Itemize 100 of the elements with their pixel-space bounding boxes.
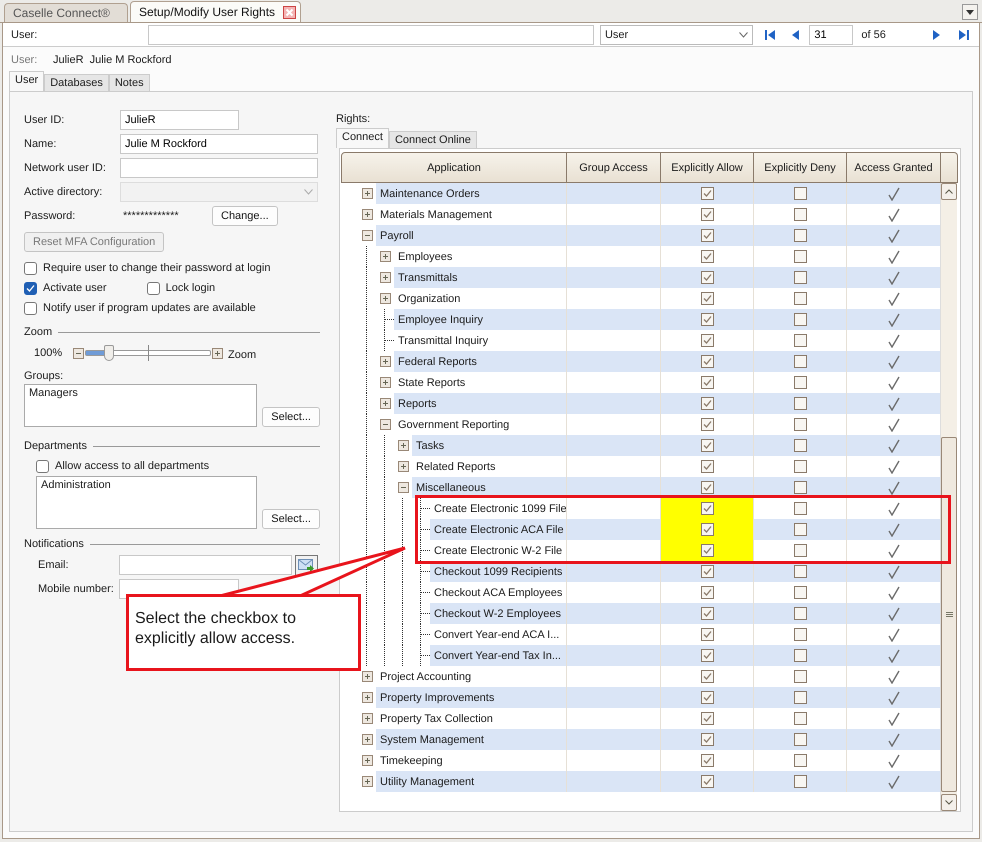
deny-checkbox[interactable] — [794, 460, 806, 473]
deny-checkbox[interactable] — [794, 313, 806, 326]
column-header[interactable]: Explicitly Allow — [661, 152, 754, 183]
allow-checkbox[interactable] — [700, 439, 714, 452]
collapse-icon[interactable] — [398, 482, 408, 493]
column-header[interactable]: Access Granted — [847, 152, 941, 183]
allow-checkbox[interactable] — [700, 313, 714, 326]
first-record-icon[interactable] — [763, 28, 778, 42]
expand-icon[interactable] — [362, 776, 372, 787]
allow-checkbox[interactable] — [700, 292, 714, 305]
checkbox[interactable] — [36, 460, 49, 472]
allow-checkbox[interactable] — [700, 229, 714, 242]
list-item[interactable]: Administration — [41, 479, 252, 491]
text-field[interactable]: Julie M Rockford — [120, 134, 318, 154]
deny-checkbox[interactable] — [794, 691, 806, 704]
allow-checkbox[interactable] — [700, 460, 714, 473]
allow-checkbox[interactable] — [700, 397, 714, 410]
expand-icon[interactable] — [362, 713, 372, 724]
deny-checkbox[interactable] — [794, 670, 806, 683]
expand-icon[interactable] — [362, 692, 372, 703]
expand-icon[interactable] — [362, 671, 372, 682]
allow-checkbox[interactable] — [700, 502, 714, 515]
allow-checkbox[interactable] — [700, 271, 714, 284]
document-tab[interactable]: Caselle Connect® — [4, 3, 128, 22]
allow-checkbox[interactable] — [700, 187, 714, 200]
select-button[interactable]: Select... — [262, 509, 320, 529]
expand-icon[interactable] — [380, 293, 390, 304]
deny-checkbox[interactable] — [794, 628, 806, 641]
deny-checkbox[interactable] — [794, 334, 806, 347]
deny-checkbox[interactable] — [794, 544, 806, 557]
deny-checkbox[interactable] — [794, 754, 806, 767]
user-field[interactable] — [148, 24, 594, 44]
checkbox[interactable] — [146, 282, 160, 294]
allow-checkbox[interactable] — [700, 418, 714, 431]
column-header[interactable]: Application — [341, 152, 567, 183]
groups-list[interactable]: Managers — [24, 384, 258, 427]
tab[interactable]: Connect Online — [388, 131, 477, 148]
allow-checkbox[interactable] — [700, 250, 714, 263]
record-field[interactable]: 31 — [809, 24, 854, 44]
email-field[interactable] — [119, 555, 292, 575]
deny-checkbox[interactable] — [794, 586, 806, 599]
checkbox[interactable] — [24, 282, 37, 294]
select-button[interactable]: Select... — [262, 407, 320, 427]
last-record-icon[interactable] — [957, 28, 972, 42]
column-header[interactable]: Explicitly Deny — [754, 152, 847, 183]
change-button[interactable]: Change... — [212, 206, 278, 226]
zoom-out-icon[interactable] — [73, 348, 84, 358]
collapse-icon[interactable] — [362, 230, 372, 241]
expand-icon[interactable] — [362, 734, 372, 745]
allow-checkbox[interactable] — [700, 607, 714, 620]
allow-checkbox[interactable] — [700, 691, 714, 704]
zoom-slider[interactable] — [85, 344, 211, 362]
deny-checkbox[interactable] — [794, 523, 806, 536]
allow-checkbox[interactable] — [700, 775, 714, 788]
expand-icon[interactable] — [398, 461, 408, 472]
expand-icon[interactable] — [380, 356, 390, 367]
deny-checkbox[interactable] — [794, 565, 806, 578]
caret-icon[interactable] — [739, 32, 748, 38]
tab[interactable]: User — [9, 71, 44, 91]
tab[interactable]: Notes — [108, 74, 150, 91]
expand-icon[interactable] — [398, 440, 408, 451]
text-field[interactable] — [120, 158, 318, 178]
allow-checkbox[interactable] — [700, 565, 714, 578]
expand-icon[interactable] — [362, 188, 372, 199]
deny-checkbox[interactable] — [794, 649, 806, 662]
list-item[interactable]: Managers — [29, 387, 252, 399]
dropdown-button[interactable] — [962, 4, 978, 20]
deny-checkbox[interactable] — [794, 355, 806, 368]
allow-checkbox[interactable] — [700, 733, 714, 746]
checkbox[interactable] — [24, 302, 37, 314]
column-header[interactable]: Group Access — [567, 152, 661, 183]
allow-checkbox[interactable] — [700, 649, 714, 662]
expand-icon[interactable] — [380, 272, 390, 283]
deny-checkbox[interactable] — [794, 607, 806, 620]
expand-icon[interactable] — [362, 209, 372, 220]
allow-checkbox[interactable] — [700, 544, 714, 557]
tab[interactable]: Connect — [336, 128, 389, 148]
deny-checkbox[interactable] — [794, 208, 806, 221]
expand-icon[interactable] — [362, 755, 372, 766]
scroll-up-icon[interactable] — [945, 189, 953, 194]
scroll-down-icon[interactable] — [945, 800, 953, 805]
allow-checkbox[interactable] — [700, 208, 714, 221]
close-icon[interactable] — [283, 6, 296, 18]
allow-checkbox[interactable] — [700, 670, 714, 683]
deny-checkbox[interactable] — [794, 502, 806, 515]
scrollbar[interactable] — [940, 183, 957, 811]
deny-checkbox[interactable] — [794, 397, 806, 410]
allow-checkbox[interactable] — [700, 712, 714, 725]
allow-checkbox[interactable] — [700, 376, 714, 389]
allow-checkbox[interactable] — [700, 628, 714, 641]
deny-checkbox[interactable] — [794, 250, 806, 263]
deny-checkbox[interactable] — [794, 481, 806, 494]
deny-checkbox[interactable] — [794, 733, 806, 746]
collapse-icon[interactable] — [380, 419, 390, 430]
deny-checkbox[interactable] — [794, 775, 806, 788]
expand-icon[interactable] — [380, 377, 390, 388]
allow-checkbox[interactable] — [700, 355, 714, 368]
checkbox[interactable] — [24, 262, 37, 274]
departments-list[interactable]: Administration — [36, 476, 258, 529]
allow-checkbox[interactable] — [700, 754, 714, 767]
